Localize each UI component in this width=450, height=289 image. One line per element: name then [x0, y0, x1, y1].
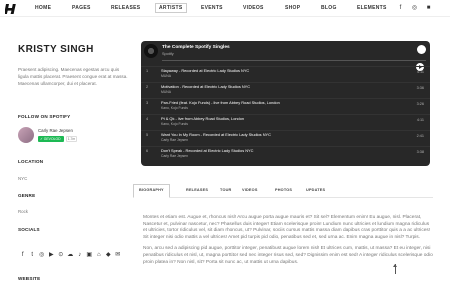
album-cover — [144, 44, 158, 58]
instagram-icon[interactable]: ◎ — [37, 251, 47, 259]
track-duration: 3:38 — [416, 150, 424, 154]
tab-biography[interactable]: BIOGRAPHY — [133, 184, 170, 198]
track-duration: 3:26 — [416, 102, 424, 106]
track-number: 2 — [146, 85, 149, 89]
bandcamp-icon[interactable]: ▣ — [85, 251, 95, 259]
follow-button[interactable]: ✓ GEVOLGD — [38, 136, 64, 142]
follow-heading: FOLLOW ON SPOTIFY — [18, 114, 71, 119]
track-number: 4 — [146, 117, 149, 121]
track-artist[interactable]: Carly Rae Jepsen — [161, 154, 188, 158]
track-row[interactable]: 4 Pt & Qk - live from Abbey Road Studios… — [141, 114, 430, 127]
track-duration: 3:36 — [416, 86, 424, 90]
nav-home[interactable]: HOME — [35, 5, 51, 11]
socials-heading: SOCIALS — [18, 227, 40, 232]
tab-tour[interactable]: TOUR — [220, 188, 232, 192]
track-number: 3 — [146, 101, 149, 105]
track-duration: 2:41 — [416, 134, 424, 138]
progress-bar[interactable] — [162, 60, 426, 61]
track-number: 6 — [146, 149, 149, 153]
bio-paragraph: Non, arcu sed a adipiscing pid augue, po… — [143, 246, 433, 265]
nav-events[interactable]: EVENTS — [201, 5, 223, 11]
spotify-follow-card: Carly Rae Jepsen ✓ GEVOLGD 1.7m — [18, 127, 108, 149]
spotify-icon[interactable]: ⊙ — [56, 251, 66, 259]
location-value: NYC — [18, 176, 28, 181]
instagram-icon[interactable]: ◎ — [411, 5, 418, 12]
artist-avatar — [18, 127, 34, 143]
tab-updates[interactable]: UPDATES — [306, 188, 325, 192]
website-heading: WEBSITE — [18, 276, 41, 281]
soundcloud-icon[interactable]: ☁ — [66, 251, 76, 259]
track-artist[interactable]: Carly Rae Jepsen — [161, 138, 188, 142]
nav-artists[interactable]: ARTISTS — [155, 3, 187, 13]
nav-elements[interactable]: ELEMENTS — [357, 5, 387, 11]
email-icon[interactable]: ✉ — [113, 251, 123, 259]
playlist-owner[interactable]: Spotify — [162, 52, 174, 56]
brand-logo-icon[interactable] — [5, 3, 17, 15]
track-artist[interactable]: Kano, Kojo Funds — [161, 106, 188, 110]
diamond-icon[interactable]: ◆ — [104, 251, 114, 259]
genre-value: Rock — [18, 209, 29, 214]
facebook-icon[interactable]: f — [397, 5, 404, 12]
biography-content: Montes et etiam est. Augue et, rhoncus n… — [143, 215, 433, 271]
home-icon[interactable]: ⌂ — [94, 251, 104, 259]
track-duration: 4:11 — [416, 118, 424, 122]
playlist-title[interactable]: The Complete Spotify Singles — [162, 45, 230, 50]
nav-releases[interactable]: RELEASES — [111, 5, 140, 11]
scroll-to-top-icon[interactable] — [393, 264, 398, 274]
top-navigation: HOME PAGES RELEASES ARTISTS EVENTS VIDEO… — [0, 0, 450, 17]
track-row[interactable]: 1 Stayaway - Recorded at Electric Lady S… — [141, 66, 430, 79]
tab-releases[interactable]: RELEASES — [186, 188, 208, 192]
track-title: Stayaway - Recorded at Electric Lady Stu… — [161, 68, 250, 73]
nav-videos[interactable]: VIDEOS — [243, 5, 264, 11]
track-number: 1 — [146, 69, 149, 73]
track-artist[interactable]: MUNA — [161, 74, 171, 78]
social-icons: f t ◎ ▶ ⊙ ☁ ♪ ▣ ⌂ ◆ ✉ — [18, 243, 130, 258]
artist-name: KRISTY SINGH — [18, 44, 94, 55]
follow-artist-name: Carly Rae Jepsen — [38, 128, 73, 133]
genre-heading: GENRE — [18, 193, 36, 198]
youtube-icon[interactable]: ▶ — [47, 251, 57, 259]
artist-tabs: BIOGRAPHY RELEASES TOUR VIDEOS PHOTOS UP… — [133, 184, 433, 198]
track-duration: 4:11 — [416, 70, 424, 74]
track-row[interactable]: 2 Motivation - Recorded at Electric Lady… — [141, 82, 430, 95]
music-icon[interactable]: ♪ — [75, 251, 85, 259]
twitter-icon[interactable]: t — [28, 251, 38, 259]
bio-paragraph: Montes et etiam est. Augue et, rhoncus n… — [143, 215, 431, 240]
track-title: Don't Speak - Recorded at Electric Lady … — [161, 148, 254, 153]
track-row[interactable]: 3 Pan-Fried (feat. Kojo Funds) - live fr… — [141, 98, 430, 111]
tab-photos[interactable]: PHOTOS — [275, 188, 292, 192]
nav-blog[interactable]: BLOG — [321, 5, 337, 11]
location-heading: LOCATION — [18, 159, 44, 164]
spotify-logo-icon[interactable] — [417, 45, 426, 54]
follower-count: 1.7m — [66, 136, 77, 142]
artist-bio: Praesent adipiscing. Maecenas egestas ar… — [18, 67, 128, 86]
track-number: 5 — [146, 133, 149, 137]
track-row[interactable]: 6 Don't Speak - Recorded at Electric Lad… — [141, 146, 430, 159]
bandcamp-icon[interactable]: ■ — [425, 5, 432, 12]
track-title: Want You In My Room - Recorded at Electr… — [161, 132, 271, 137]
track-title: Pan-Fried (feat. Kojo Funds) - live from… — [161, 100, 280, 105]
track-title: Motivation - Recorded at Electric Lady S… — [161, 84, 251, 89]
nav-shop[interactable]: SHOP — [285, 5, 300, 11]
track-artist[interactable]: Kano, Kojo Funds — [161, 122, 188, 126]
nav-pages[interactable]: PAGES — [72, 5, 91, 11]
spotify-player: The Complete Spotify Singles Spotify 1 S… — [141, 41, 430, 166]
tab-videos[interactable]: VIDEOS — [242, 188, 258, 192]
facebook-icon[interactable]: f — [18, 251, 28, 259]
track-row[interactable]: 5 Want You In My Room - Recorded at Elec… — [141, 130, 430, 143]
track-title: Pt & Qk - live from Abbey Road Studios, … — [161, 116, 245, 121]
track-artist[interactable]: MUNA — [161, 90, 171, 94]
